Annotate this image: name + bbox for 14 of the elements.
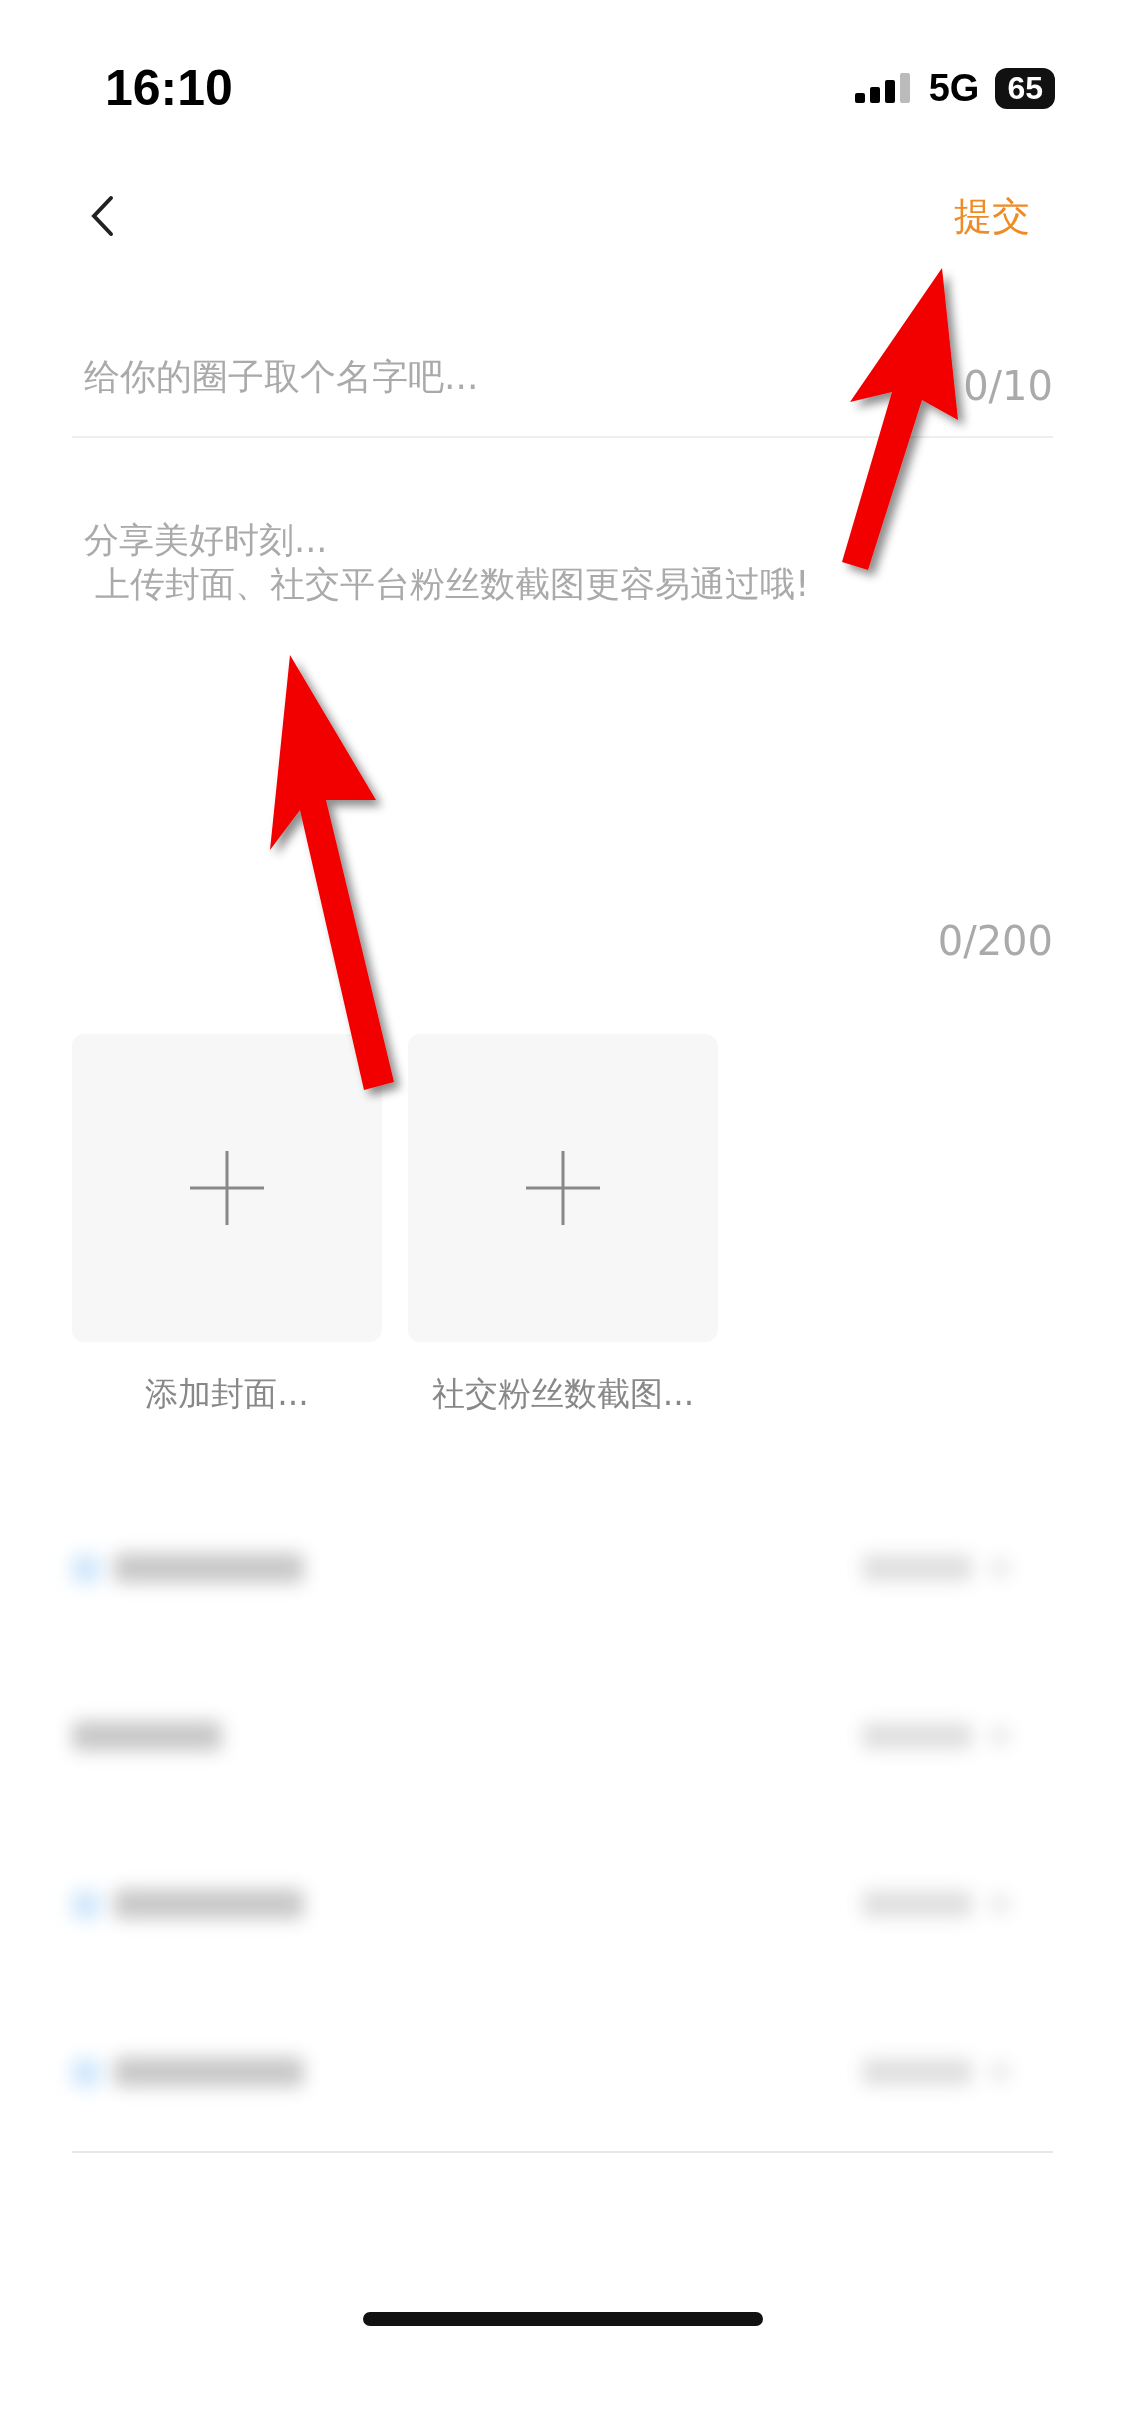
character-counter: 0/10 <box>963 362 1053 409</box>
character-counter: 0/200 <box>937 918 1053 964</box>
signal-icon <box>854 73 913 103</box>
upload-tile[interactable] <box>408 1034 718 1342</box>
upload-label: 社交粉丝数截图... <box>431 1373 695 1415</box>
network-label: 5G <box>928 66 980 110</box>
upload-label: 添加封面... <box>145 1373 309 1415</box>
status-time: 16:10 <box>105 59 233 117</box>
plus-icon <box>526 1151 600 1225</box>
plus-icon <box>190 1151 264 1225</box>
battery-level: 65 <box>995 67 1055 109</box>
back-icon[interactable] <box>90 195 114 237</box>
submit-button[interactable]: 提交 <box>954 190 1030 242</box>
upload-tile[interactable] <box>72 1034 382 1342</box>
